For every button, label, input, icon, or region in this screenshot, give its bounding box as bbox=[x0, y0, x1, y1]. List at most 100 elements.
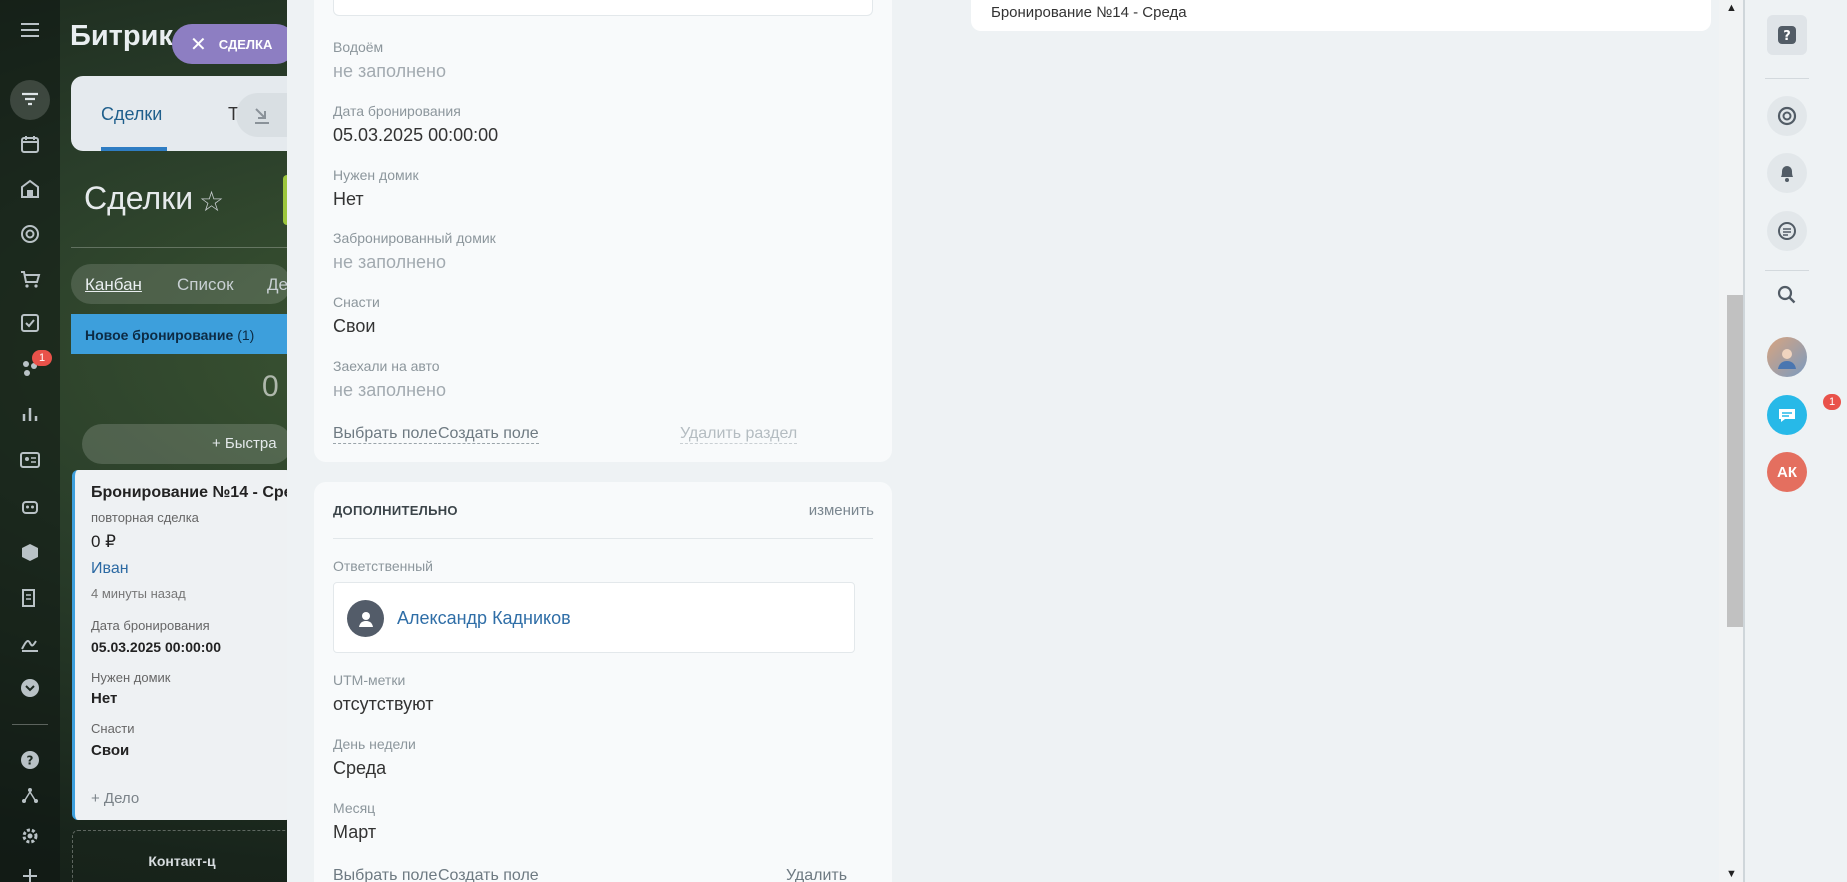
kanban-deal-card[interactable]: Бронирование №14 - Сре повторная сделка … bbox=[72, 470, 293, 820]
stage-name: Новое бронирование (1) bbox=[85, 327, 255, 343]
field-label: Дата бронирования bbox=[333, 103, 461, 119]
view-list[interactable]: Список bbox=[177, 275, 234, 295]
search-button[interactable] bbox=[1767, 275, 1807, 315]
cart-icon[interactable] bbox=[10, 261, 50, 297]
user-photo-avatar[interactable] bbox=[1767, 337, 1807, 377]
signature-icon[interactable] bbox=[10, 625, 50, 661]
close-slider-pill[interactable]: ✕ СДЕЛКА bbox=[172, 24, 296, 64]
choose-field-link[interactable]: Выбрать поле bbox=[333, 867, 437, 882]
deal-card-field-label: Снасти bbox=[91, 721, 135, 736]
field-label: День недели bbox=[333, 736, 416, 752]
left-navigation-rail: 1 ? bbox=[0, 0, 60, 882]
deal-card-title[interactable]: Бронирование №14 - Сре bbox=[91, 484, 293, 502]
field-value[interactable]: не заполнено bbox=[333, 61, 446, 82]
responsible-user-link[interactable]: Александр Кадников bbox=[397, 608, 571, 629]
scroll-up-arrow-icon[interactable]: ▲ bbox=[1726, 2, 1737, 14]
user-initials-avatar[interactable]: АК bbox=[1767, 452, 1807, 492]
feed-button[interactable] bbox=[1767, 211, 1807, 251]
menu-icon[interactable] bbox=[10, 12, 50, 48]
add-activity-link[interactable]: + Дело bbox=[91, 790, 139, 807]
deal-slider-panel: Водоём не заполнено Дата бронирования 05… bbox=[287, 0, 1745, 882]
field-value: отсутствуют bbox=[333, 694, 434, 714]
field-value[interactable]: не заполнено bbox=[333, 380, 446, 401]
delete-section-link[interactable]: Удалить раздел bbox=[680, 425, 798, 444]
settings-gear-icon[interactable] bbox=[10, 818, 50, 854]
stage-sum: 0 bbox=[262, 370, 279, 403]
delete-section-link[interactable]: Удалить раздел bbox=[786, 867, 892, 882]
field-value[interactable]: Среда bbox=[333, 758, 386, 779]
bell-icon bbox=[1781, 166, 1793, 182]
deal-card-field-label: Дата бронирования bbox=[91, 618, 210, 633]
choose-field-link[interactable]: Выбрать поле bbox=[333, 425, 438, 444]
notifications-button[interactable] bbox=[1767, 153, 1807, 193]
quick-add-button[interactable]: + Быстра bbox=[82, 424, 292, 464]
search-icon bbox=[1777, 285, 1796, 304]
crm-funnel-icon[interactable] bbox=[10, 80, 50, 120]
sidebar-divider bbox=[1765, 270, 1809, 271]
box-icon[interactable] bbox=[10, 534, 50, 570]
messenger-badge: 1 bbox=[1823, 394, 1841, 410]
create-field-link[interactable]: Создать поле bbox=[438, 867, 539, 882]
network-icon[interactable] bbox=[10, 778, 50, 814]
view-switcher: Канбан Список Де bbox=[71, 264, 291, 304]
contact-center-card[interactable]: Контакт-ц bbox=[72, 830, 292, 882]
timeline-header-card: Бронирование №14 - Среда bbox=[971, 0, 1711, 31]
field-label: Заехали на авто bbox=[333, 358, 440, 374]
robot-icon[interactable] bbox=[10, 488, 50, 524]
field-value[interactable]: Свои bbox=[333, 316, 375, 337]
slider-scrollbar[interactable]: ▲ ▼ bbox=[1719, 0, 1745, 882]
deal-card-field-value: Нет bbox=[91, 690, 118, 707]
deal-card-field-value: 05.03.2025 00:00:00 bbox=[91, 639, 221, 655]
create-field-link[interactable]: Создать поле bbox=[438, 425, 539, 444]
responsible-user-box: Александр Кадников bbox=[333, 582, 855, 653]
calendar-icon[interactable] bbox=[10, 126, 50, 162]
notification-badge: 1 bbox=[32, 350, 52, 366]
sidebar-divider bbox=[1765, 78, 1809, 79]
field-label: Нужен домик bbox=[333, 167, 419, 183]
messenger-button[interactable] bbox=[1767, 395, 1807, 435]
field-value[interactable]: Март bbox=[333, 822, 376, 843]
extra-fields-section: ДОПОЛНИТЕЛЬНО изменить Ответственный Але… bbox=[314, 482, 892, 882]
chat-bubble-icon bbox=[1779, 409, 1795, 422]
scroll-down-arrow-icon[interactable]: ▼ bbox=[1726, 868, 1737, 880]
field-value[interactable]: Нет bbox=[333, 189, 364, 210]
kanban-stage-header[interactable]: Новое бронирование (1) bbox=[71, 314, 291, 354]
copilot-icon bbox=[1777, 106, 1797, 126]
help-icon[interactable]: ? bbox=[10, 742, 50, 778]
collapse-slider-button[interactable] bbox=[236, 93, 288, 137]
right-sidebar: ? АК bbox=[1745, 0, 1847, 882]
timeline-deal-title: Бронирование №14 - Среда bbox=[991, 4, 1187, 21]
add-plus-icon[interactable] bbox=[10, 858, 50, 882]
deal-card-subtitle: повторная сделка bbox=[91, 510, 199, 525]
scrollbar-thumb[interactable] bbox=[1727, 295, 1743, 627]
rail-divider bbox=[12, 724, 48, 725]
field-value[interactable]: 05.03.2025 00:00:00 bbox=[333, 125, 498, 146]
contacts-icon[interactable] bbox=[10, 442, 50, 478]
field-label: Забронированный домик bbox=[333, 230, 496, 246]
document-edit-icon[interactable] bbox=[10, 580, 50, 616]
analytics-icon[interactable] bbox=[10, 396, 50, 432]
deal-card-field-value: Свои bbox=[91, 742, 130, 759]
page-title: Сделки bbox=[84, 180, 194, 216]
tab-deals[interactable]: Сделки bbox=[101, 104, 162, 125]
user-avatar-icon[interactable] bbox=[347, 600, 384, 637]
field-label: Месяц bbox=[333, 800, 376, 816]
deal-card-client[interactable]: Иван bbox=[91, 560, 129, 578]
help-button[interactable]: ? bbox=[1767, 15, 1807, 55]
portal-brand: Битрик bbox=[70, 20, 173, 52]
store-icon[interactable] bbox=[10, 171, 50, 207]
target-icon[interactable] bbox=[10, 216, 50, 252]
svg-text:?: ? bbox=[27, 754, 34, 768]
field-value[interactable]: не заполнено bbox=[333, 252, 446, 273]
field-input-partial[interactable] bbox=[333, 0, 873, 16]
field-label: Водоём bbox=[333, 39, 384, 55]
edit-section-link[interactable]: изменить bbox=[809, 502, 874, 519]
more-chevron-icon[interactable] bbox=[10, 670, 50, 706]
view-activities[interactable]: Де bbox=[267, 275, 288, 295]
tasks-icon[interactable] bbox=[10, 305, 50, 341]
section-divider bbox=[333, 538, 873, 539]
favorite-star-icon[interactable]: ☆ bbox=[199, 185, 224, 218]
view-kanban[interactable]: Канбан bbox=[85, 275, 142, 295]
copilot-button[interactable] bbox=[1767, 96, 1807, 136]
chat-list-icon bbox=[1778, 222, 1796, 240]
